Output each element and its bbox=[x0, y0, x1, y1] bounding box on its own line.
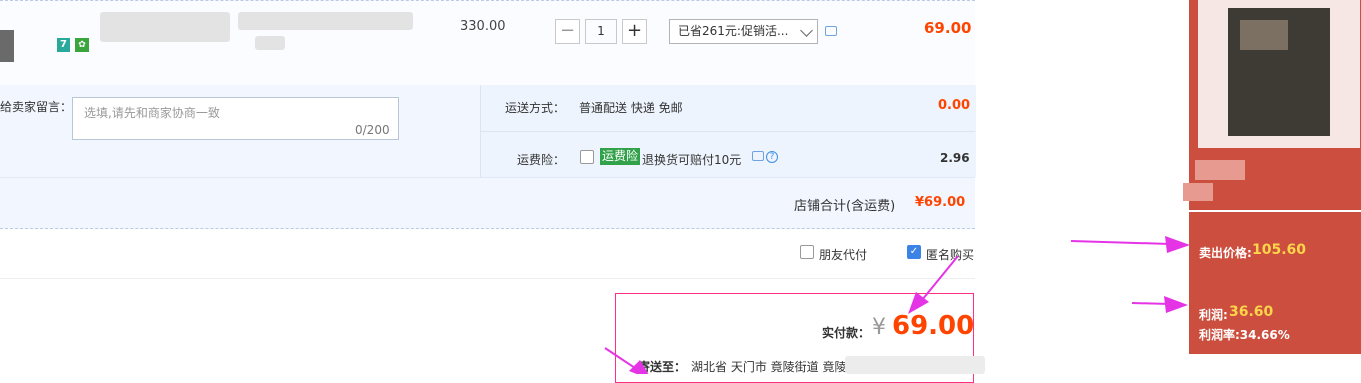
arrow-address bbox=[604, 347, 649, 374]
arrow-profit bbox=[1131, 296, 1188, 313]
arrow-sell-price bbox=[1070, 236, 1190, 253]
arrow-payment bbox=[908, 255, 959, 314]
annotation-arrows bbox=[604, 236, 1190, 374]
